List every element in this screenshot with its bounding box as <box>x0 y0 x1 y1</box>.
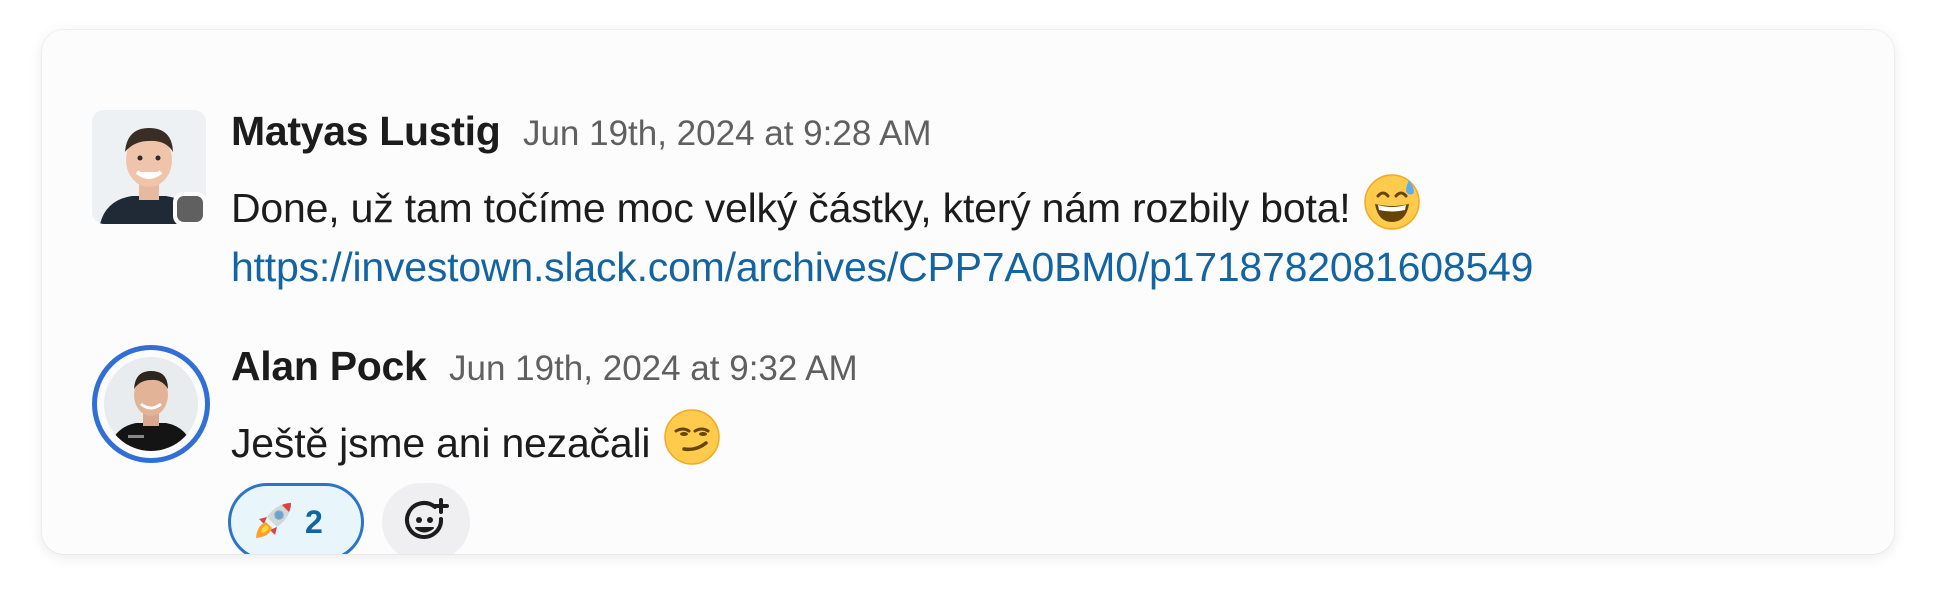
reaction-count: 2 <box>305 503 323 540</box>
message-timestamp[interactable]: Jun 19th, 2024 at 9:32 AM <box>449 349 858 388</box>
message-text-content: Done, už tam točíme moc velký částky, kt… <box>231 184 1351 231</box>
rocket-emoji-icon <box>253 499 295 546</box>
avatar[interactable] <box>92 345 210 463</box>
sweat-smile-emoji-icon <box>1362 172 1422 242</box>
author-name[interactable]: Matyas Lustig <box>231 108 501 154</box>
away-status-icon <box>177 196 203 222</box>
add-reaction-icon <box>405 498 449 539</box>
message-text: Done, už tam točíme moc velký částky, kt… <box>231 174 1422 246</box>
smirk-emoji-icon <box>662 407 722 477</box>
message-header: Alan Pock Jun 19th, 2024 at 9:32 AM <box>231 343 858 390</box>
presence-indicator <box>173 192 207 226</box>
author-name[interactable]: Alan Pock <box>231 343 427 389</box>
message-timestamp[interactable]: Jun 19th, 2024 at 9:28 AM <box>523 114 932 153</box>
message-list: Matyas Lustig Jun 19th, 2024 at 9:28 AM … <box>42 30 1894 554</box>
person-photo-icon <box>104 357 198 451</box>
reaction-pill[interactable]: 2 <box>228 483 364 554</box>
message-text-content: Ještě jsme ani nezačali <box>231 419 651 466</box>
add-reaction-button[interactable] <box>382 483 470 554</box>
message-text: Ještě jsme ani nezačali <box>231 409 722 481</box>
message-link[interactable]: https://investown.slack.com/archives/CPP… <box>231 244 1533 291</box>
message-header: Matyas Lustig Jun 19th, 2024 at 9:28 AM <box>231 108 932 155</box>
avatar-photo <box>104 357 198 451</box>
